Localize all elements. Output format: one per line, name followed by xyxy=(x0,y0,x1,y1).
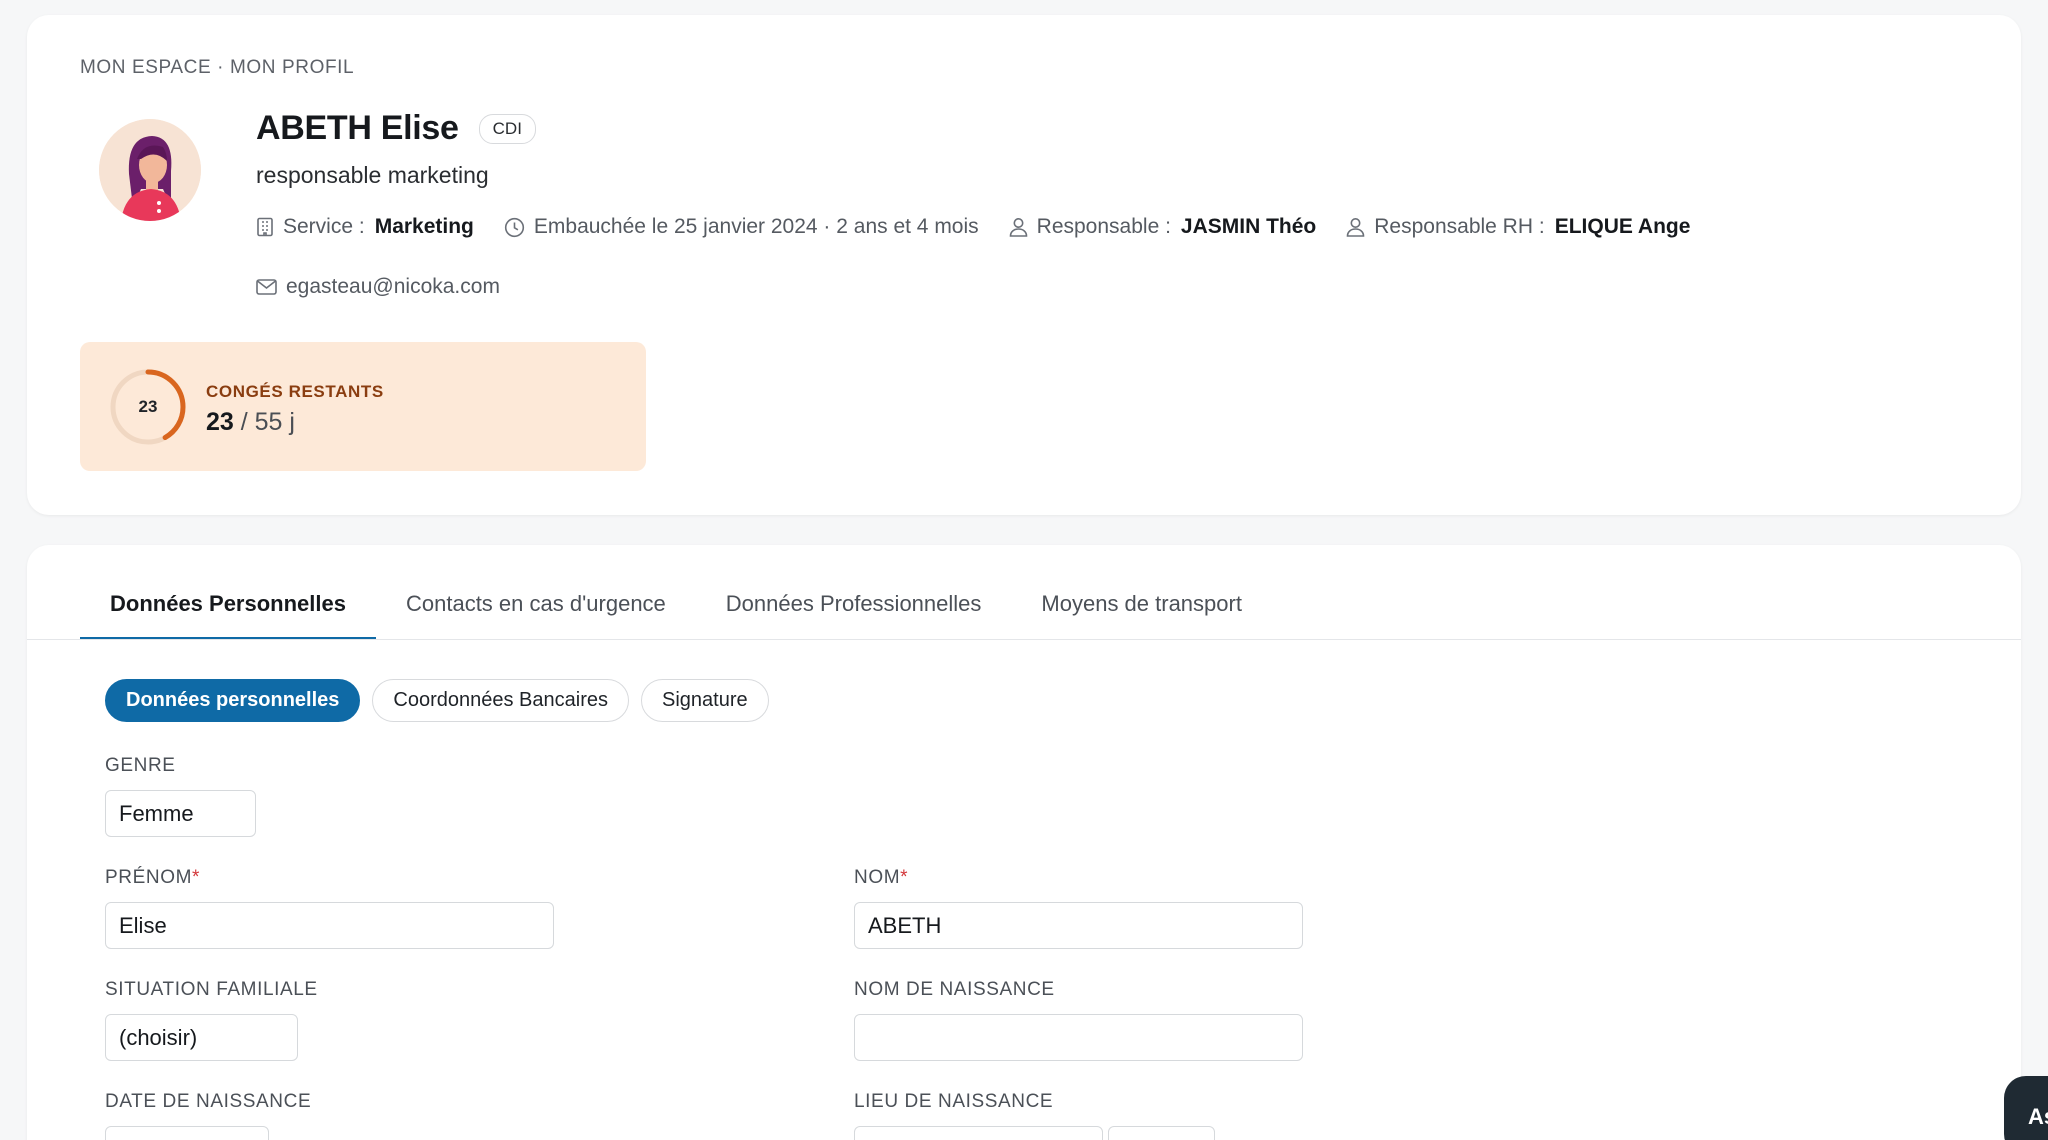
nom-naissance-field[interactable] xyxy=(854,1014,1303,1061)
subtab-donnees-personnelles[interactable]: Données personnelles xyxy=(105,679,361,722)
genre-select[interactable]: Femme xyxy=(105,790,256,837)
tab-donnees-personnelles[interactable]: Données Personnelles xyxy=(80,591,376,640)
hr-info: Responsable RH : ELIQUE Ange xyxy=(1346,215,1690,239)
lieu-naissance-city-field[interactable] xyxy=(854,1126,1103,1140)
required-mark: * xyxy=(900,867,909,888)
lieu-naissance-label: LIEU DE NAISSANCE xyxy=(854,1091,1054,1112)
date-naissance-field[interactable] xyxy=(105,1126,269,1140)
hired-text: Embauchée le 25 janvier 2024 · 2 ans et … xyxy=(533,215,979,238)
hired-info: Embauchée le 25 janvier 2024 · 2 ans et … xyxy=(504,215,979,239)
subtab-signature[interactable]: Signature xyxy=(641,679,769,722)
service-label: Service : xyxy=(283,215,365,238)
leave-balance-card: 23 CONGÉS RESTANTS 23 / 55 j xyxy=(80,342,646,471)
service-value: Marketing xyxy=(374,215,474,238)
job-title: responsable marketing xyxy=(256,162,489,188)
nom-field[interactable]: ABETH xyxy=(854,902,1303,949)
tab-donnees-professionnelles[interactable]: Données Professionnelles xyxy=(696,591,1012,640)
breadcrumb: MON ESPACE · MON PROFIL xyxy=(80,57,355,78)
nom-label: NOM* xyxy=(854,867,908,889)
nom-label-text: NOM xyxy=(854,867,901,888)
leave-value: 23 / 55 j xyxy=(206,408,295,437)
nom-naissance-label: NOM DE NAISSANCE xyxy=(854,979,1055,1000)
service-info: Service : Marketing xyxy=(256,215,474,239)
leave-ring-value: 23 xyxy=(138,397,158,416)
clock-icon xyxy=(504,217,524,237)
required-mark: * xyxy=(192,867,200,888)
prenom-label: PRÉNOM* xyxy=(105,867,200,889)
leave-title: CONGÉS RESTANTS xyxy=(206,382,384,401)
manager-info: Responsable : JASMIN Théo xyxy=(1009,215,1316,239)
user-icon xyxy=(1346,218,1365,237)
tab-moyens-transport[interactable]: Moyens de transport xyxy=(1011,591,1272,640)
email-info: egasteau@nicoka.com xyxy=(256,275,500,299)
prenom-field[interactable]: Elise xyxy=(105,902,554,949)
contract-badge: CDI xyxy=(478,113,536,144)
meta-row: Service : Marketing Embauchée le 25 janv… xyxy=(256,215,1720,239)
leave-total: / 55 j xyxy=(240,408,295,436)
mail-icon xyxy=(256,279,277,295)
hr-value[interactable]: ELIQUE Ange xyxy=(1555,215,1691,239)
hr-label: Responsable RH : xyxy=(1374,215,1545,238)
situation-label: SITUATION FAMILIALE xyxy=(105,979,318,1000)
sub-tabs: Données personnelles Coordonnées Bancair… xyxy=(105,679,769,722)
user-icon xyxy=(1009,218,1027,237)
email-link[interactable]: egasteau@nicoka.com xyxy=(286,275,500,299)
prenom-label-text: PRÉNOM xyxy=(105,867,192,888)
date-naissance-label: DATE DE NAISSANCE xyxy=(105,1091,312,1112)
manager-label: Responsable : xyxy=(1036,215,1171,238)
leave-remaining: 23 xyxy=(206,408,234,436)
tab-contacts-urgence[interactable]: Contacts en cas d'urgence xyxy=(376,591,696,640)
tabs-divider xyxy=(27,639,2021,640)
building-icon xyxy=(257,217,273,237)
situation-select[interactable]: (choisir) xyxy=(105,1014,298,1061)
manager-value[interactable]: JASMIN Théo xyxy=(1181,215,1316,239)
profile-card: MON ESPACE · MON PROFIL ABETH Elise CDI … xyxy=(27,15,2021,515)
name-row: ABETH Elise CDI xyxy=(256,109,536,148)
lieu-naissance-country-field[interactable] xyxy=(1108,1126,1215,1140)
assistant-button[interactable]: As xyxy=(2004,1076,2048,1140)
employee-name: ABETH Elise xyxy=(256,109,459,147)
avatar xyxy=(99,119,201,221)
genre-label: GENRE xyxy=(105,755,176,776)
personal-data-card: Données Personnelles Contacts en cas d'u… xyxy=(27,545,2021,1140)
main-tabs: Données Personnelles Contacts en cas d'u… xyxy=(80,545,1272,640)
subtab-coordonnees-bancaires[interactable]: Coordonnées Bancaires xyxy=(372,679,629,722)
